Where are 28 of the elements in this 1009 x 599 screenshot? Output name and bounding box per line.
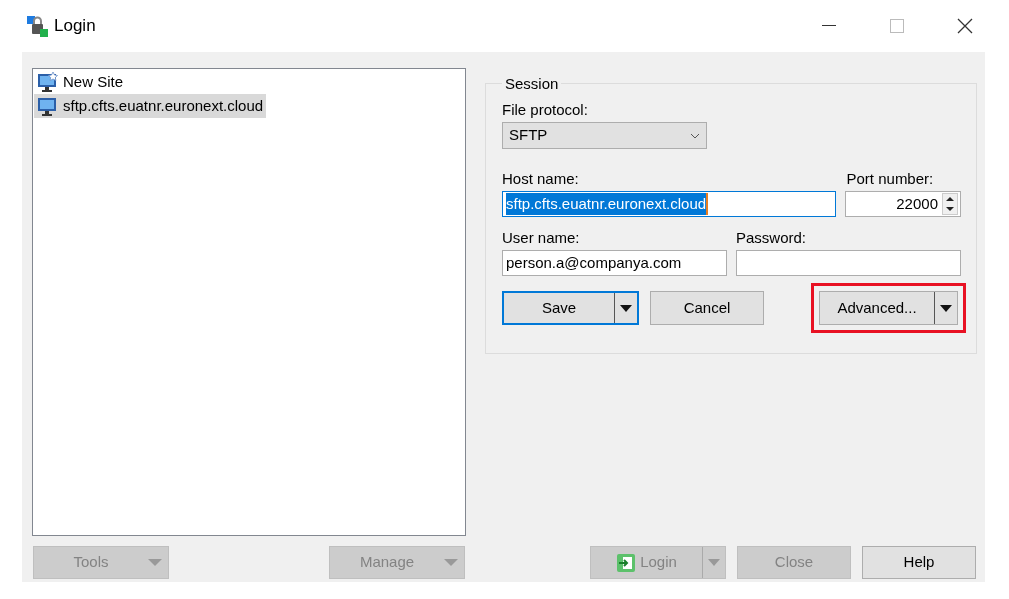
app-lock-icon [26, 15, 48, 37]
caret-down-icon[interactable] [940, 304, 952, 312]
field-label: File protocol: [502, 101, 589, 119]
spin-arrows-icon[interactable] [942, 193, 958, 215]
save-button[interactable]: Save [502, 291, 639, 325]
port-number-field[interactable]: 22000 [844, 191, 961, 217]
help-button[interactable]: Help [862, 546, 976, 579]
close-icon[interactable] [957, 18, 973, 34]
caret-down-icon[interactable] [620, 304, 632, 312]
minimize-icon[interactable] [822, 25, 836, 27]
field-label: User name: [502, 229, 581, 247]
host-name-field[interactable]: sftp.cfts.euatnr.euronext.cloud [502, 191, 836, 217]
user-name-field[interactable]: person.a@companya.com [502, 250, 727, 276]
site-item[interactable]: sftp.cfts.euatnr.euronext.cloud [34, 94, 267, 118]
password-field[interactable] [736, 250, 961, 276]
field-label: Password: [736, 229, 808, 247]
field-label: Port number: [846, 170, 935, 188]
login-icon [616, 552, 637, 573]
protocol-dropdown[interactable]: SFTP [502, 122, 707, 149]
window-title: Login [54, 15, 96, 38]
advanced-button[interactable]: Advanced... [819, 291, 958, 325]
monitor-icon [37, 95, 59, 117]
cancel-button[interactable]: Cancel [650, 291, 764, 325]
new-site-icon [37, 71, 59, 93]
chevron-down-icon [690, 132, 700, 139]
site-item[interactable]: New Site [34, 70, 127, 94]
group-label: Session [504, 76, 560, 91]
field-label: Host name: [502, 170, 580, 188]
